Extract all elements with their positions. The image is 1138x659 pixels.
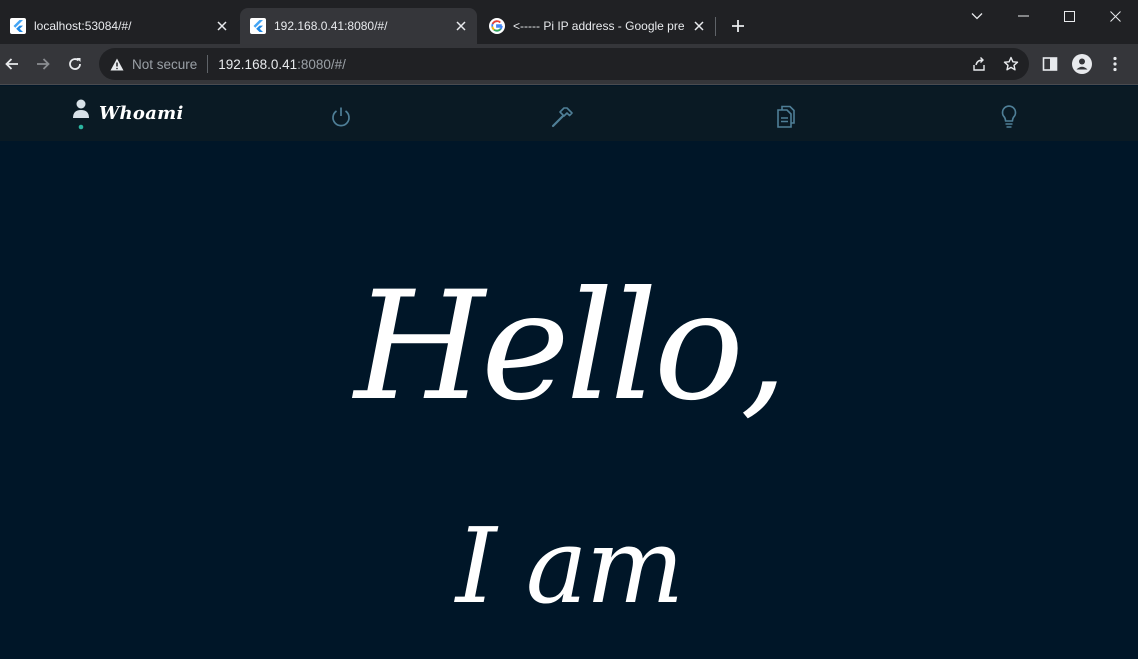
arrow-right-icon (37, 58, 50, 70)
nav-ideas-button[interactable] (996, 104, 1022, 130)
star-icon (1003, 56, 1019, 71)
security-label[interactable]: Not secure (132, 57, 197, 72)
maximize-icon (1063, 10, 1075, 22)
bookmark-button[interactable] (999, 52, 1023, 76)
tab-title: localhost:53084/#/ (34, 19, 132, 33)
maximize-button[interactable] (1046, 0, 1092, 32)
person-icon (70, 96, 92, 132)
brand-name: Whoami (99, 102, 184, 124)
arrow-left-icon (5, 58, 18, 70)
tab-pi-address[interactable]: 192.168.0.41:8080/#/ (240, 8, 477, 44)
share-icon (973, 57, 985, 71)
tab-divider (715, 17, 716, 36)
tab-strip: localhost:53084/#/ 192.168.0.41:8080/#/ … (0, 0, 1138, 44)
tab-google-search[interactable]: <----- Pi IP address - Google pre (479, 8, 715, 44)
google-icon (489, 18, 505, 34)
tab-search-button[interactable] (954, 0, 1000, 32)
brand-home-link[interactable]: Whoami (70, 96, 184, 132)
reload-icon (69, 58, 81, 70)
hammer-icon (551, 107, 573, 128)
close-tab-icon[interactable] (451, 16, 471, 36)
address-divider (207, 55, 209, 73)
power-icon (332, 107, 350, 127)
close-icon (1109, 10, 1121, 22)
tab-localhost[interactable]: localhost:53084/#/ (0, 8, 238, 44)
close-window-button[interactable] (1092, 0, 1138, 32)
nav-documents-button[interactable] (773, 104, 799, 130)
hero-section: Hello, I am (0, 141, 1138, 659)
documents-icon (777, 105, 795, 128)
tab-title: <----- Pi IP address - Google pre (513, 19, 685, 33)
app-navbar: Whoami (0, 86, 1138, 141)
minimize-button[interactable] (1000, 0, 1046, 32)
warning-icon[interactable] (109, 56, 125, 72)
close-tab-icon[interactable] (689, 16, 709, 36)
hero-greeting: Hello, (354, 260, 788, 434)
flutter-icon (10, 18, 26, 34)
reload-button[interactable] (63, 52, 87, 76)
browser-toolbar: Not secure 192.168.0.41:8080/#/ (0, 44, 1138, 85)
nav-tools-button[interactable] (550, 104, 576, 130)
browser-menu-button[interactable] (1103, 52, 1127, 76)
url-host: 192.168.0.41 (218, 56, 298, 72)
new-tab-button[interactable] (728, 16, 748, 36)
nav-power-button[interactable] (328, 104, 354, 130)
forward-button[interactable] (31, 52, 55, 76)
hero-intro: I am (455, 505, 685, 627)
url-path: :8080/#/ (297, 56, 346, 72)
plus-icon (732, 20, 744, 32)
lightbulb-icon (1001, 105, 1017, 128)
side-panel-button[interactable] (1038, 52, 1062, 76)
profile-button[interactable] (1070, 52, 1094, 76)
avatar-icon (1072, 54, 1092, 74)
minimize-icon (1017, 15, 1029, 17)
tab-title: 192.168.0.41:8080/#/ (274, 19, 388, 33)
chevron-down-icon (971, 13, 983, 20)
back-button[interactable] (0, 52, 24, 76)
address-bar[interactable]: Not secure 192.168.0.41:8080/#/ (99, 48, 1029, 80)
more-vert-icon (1113, 56, 1117, 72)
flutter-icon (250, 18, 266, 34)
share-button[interactable] (967, 52, 991, 76)
close-tab-icon[interactable] (212, 16, 232, 36)
side-panel-icon (1042, 57, 1058, 71)
